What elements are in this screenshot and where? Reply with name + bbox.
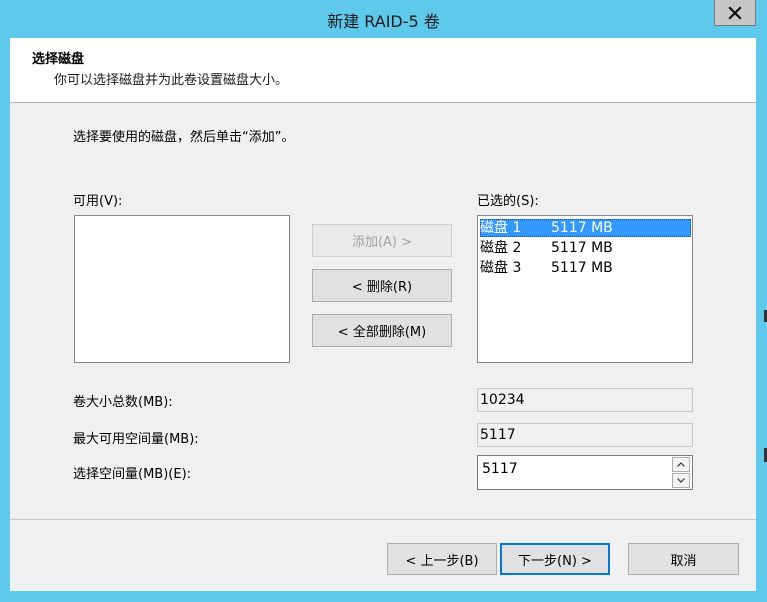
remove-button[interactable]: < 删除(R) bbox=[312, 269, 452, 302]
page-subtitle: 你可以选择磁盘并为此卷设置磁盘大小。 bbox=[54, 73, 289, 88]
select-space-input[interactable]: 5117 bbox=[477, 455, 693, 490]
page-title: 选择磁盘 bbox=[32, 52, 85, 67]
chevron-up-icon bbox=[677, 462, 685, 467]
disk-name: 磁盘 3 bbox=[480, 260, 522, 276]
available-label: 可用(V): bbox=[73, 194, 123, 209]
disk-size: 5117 MB bbox=[551, 260, 613, 276]
spin-down-button[interactable] bbox=[672, 473, 690, 488]
remove-all-button[interactable]: < 全部删除(M) bbox=[312, 314, 452, 347]
available-listbox[interactable] bbox=[74, 215, 290, 363]
disk-size: 5117 MB bbox=[551, 240, 613, 256]
close-icon bbox=[728, 5, 742, 20]
total-size-value: 10234 bbox=[477, 388, 693, 412]
back-button[interactable]: < 上一步(B) bbox=[387, 543, 497, 575]
selected-listbox[interactable]: 磁盘 1 5117 MB 磁盘 2 5117 MB 磁盘 3 5117 MB bbox=[477, 215, 693, 363]
max-space-label: 最大可用空间量(MB): bbox=[73, 432, 199, 447]
chevron-down-icon bbox=[677, 478, 685, 483]
total-size-label: 卷大小总数(MB): bbox=[73, 395, 173, 410]
list-item[interactable]: 磁盘 2 5117 MB bbox=[480, 239, 691, 257]
disk-name: 磁盘 2 bbox=[480, 240, 522, 256]
footer-separator bbox=[10, 519, 756, 520]
disk-name: 磁盘 1 bbox=[480, 220, 522, 236]
instruction-text: 选择要使用的磁盘，然后单击“添加”。 bbox=[73, 130, 295, 145]
disk-size: 5117 MB bbox=[551, 220, 613, 236]
title-bar[interactable]: 新建 RAID-5 卷 bbox=[0, 0, 767, 38]
select-space-label: 选择空间量(MB)(E): bbox=[73, 467, 192, 482]
add-button[interactable]: 添加(A) > bbox=[312, 224, 452, 257]
list-item[interactable]: 磁盘 1 5117 MB bbox=[480, 219, 691, 237]
selected-label: 已选的(S): bbox=[477, 194, 539, 209]
cancel-button[interactable]: 取消 bbox=[628, 543, 739, 575]
list-item[interactable]: 磁盘 3 5117 MB bbox=[480, 259, 691, 277]
window-title: 新建 RAID-5 卷 bbox=[327, 12, 440, 31]
close-button[interactable] bbox=[714, 0, 756, 26]
max-space-value: 5117 bbox=[477, 423, 693, 447]
wizard-header: 选择磁盘 你可以选择磁盘并为此卷设置磁盘大小。 bbox=[10, 38, 756, 103]
wizard-dialog: 选择磁盘 你可以选择磁盘并为此卷设置磁盘大小。 选择要使用的磁盘，然后单击“添加… bbox=[10, 38, 756, 591]
spin-up-button[interactable] bbox=[672, 457, 690, 472]
next-button[interactable]: 下一步(N) > bbox=[500, 543, 610, 575]
